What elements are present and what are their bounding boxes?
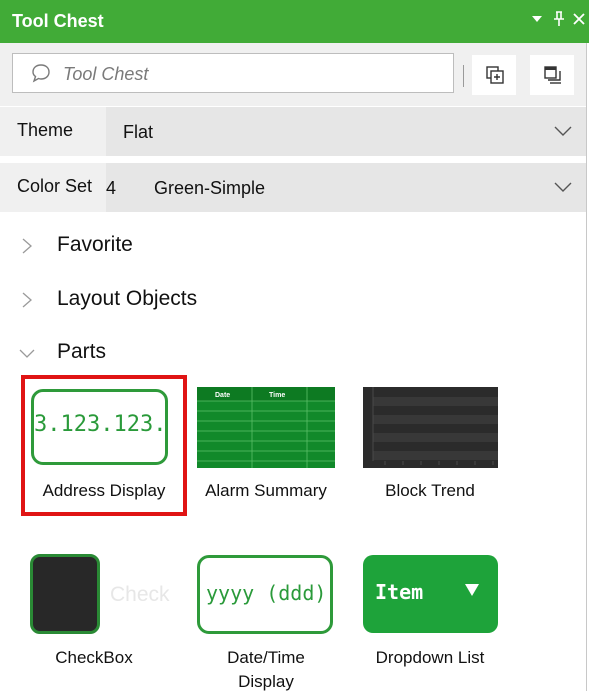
panel-border — [586, 43, 587, 691]
category-label: Favorite — [57, 233, 133, 256]
alarm-header-date: Date — [215, 392, 230, 399]
layered-windows-button[interactable] — [530, 55, 574, 95]
date-time-display-preview[interactable]: yyyy (ddd) h — [197, 555, 333, 634]
trend-graph-graphic — [363, 387, 498, 468]
search-box[interactable] — [12, 53, 454, 93]
color-set-row: Color Set 4 Green-Simple — [0, 163, 586, 212]
category-parts[interactable]: Parts — [0, 331, 586, 375]
color-set-value: Green-Simple — [154, 178, 266, 198]
part-label: Address Display — [42, 481, 166, 500]
dropdown-list-preview[interactable]: Item — [363, 555, 498, 633]
add-window-button[interactable] — [472, 55, 516, 95]
layered-windows-icon — [544, 66, 561, 84]
theme-row: Theme Flat — [0, 107, 586, 156]
category-layout-objects[interactable]: Layout Objects — [0, 278, 586, 322]
checkbox-preview-text: Check — [110, 583, 170, 606]
title-bar: Tool Chest — [0, 0, 589, 43]
chevron-right-icon — [22, 238, 32, 254]
theme-select[interactable]: Flat — [106, 107, 586, 156]
category-label: Parts — [57, 340, 107, 363]
chevron-down-icon — [554, 126, 572, 136]
date-time-preview-text: yyyy (ddd) h — [206, 581, 330, 605]
part-label: Alarm Summary — [205, 481, 327, 500]
chat-bubble-icon — [31, 63, 51, 88]
theme-value: Flat — [123, 122, 154, 142]
tool-chest-panel: Tool Chest Tool Chest Theme Flat Color S… — [0, 0, 589, 691]
panel-title: Tool Chest — [12, 11, 104, 31]
color-set-label: Color Set — [17, 176, 93, 196]
alarm-table-graphic: Date Time — [197, 387, 335, 468]
alarm-summary-preview[interactable]: Date Time — [197, 387, 335, 468]
part-label-line2: Display — [238, 672, 294, 691]
address-preview-text: 3.123.123.1 — [34, 412, 168, 437]
toolbar-separator — [463, 65, 464, 87]
close-icon[interactable] — [572, 12, 586, 31]
chevron-down-icon — [554, 182, 572, 192]
part-label: Block Trend — [385, 481, 475, 500]
theme-label: Theme — [17, 120, 74, 140]
address-display-preview[interactable]: 3.123.123.1 — [31, 389, 168, 465]
pin-icon[interactable] — [553, 11, 565, 32]
chevron-down-icon — [19, 349, 35, 358]
color-set-number: 4 — [106, 178, 117, 198]
part-label-line1: Date/Time — [227, 648, 305, 667]
add-window-icon — [486, 66, 504, 84]
category-favorite[interactable]: Favorite — [0, 224, 586, 268]
triangle-down-icon — [465, 584, 479, 596]
block-trend-preview[interactable] — [363, 387, 498, 468]
chevron-right-icon — [22, 292, 32, 308]
part-label: Dropdown List — [375, 648, 485, 667]
part-label: CheckBox — [55, 648, 133, 667]
panel-menu-dropdown-icon[interactable] — [531, 12, 543, 30]
dropdown-preview-text: Item — [375, 580, 424, 604]
search-input[interactable] — [61, 61, 445, 87]
color-set-select[interactable]: 4 Green-Simple — [106, 163, 586, 212]
search-toolbar — [0, 43, 586, 106]
alarm-header-time: Time — [269, 392, 285, 399]
checkbox-preview[interactable] — [30, 554, 100, 634]
category-label: Layout Objects — [57, 287, 198, 310]
